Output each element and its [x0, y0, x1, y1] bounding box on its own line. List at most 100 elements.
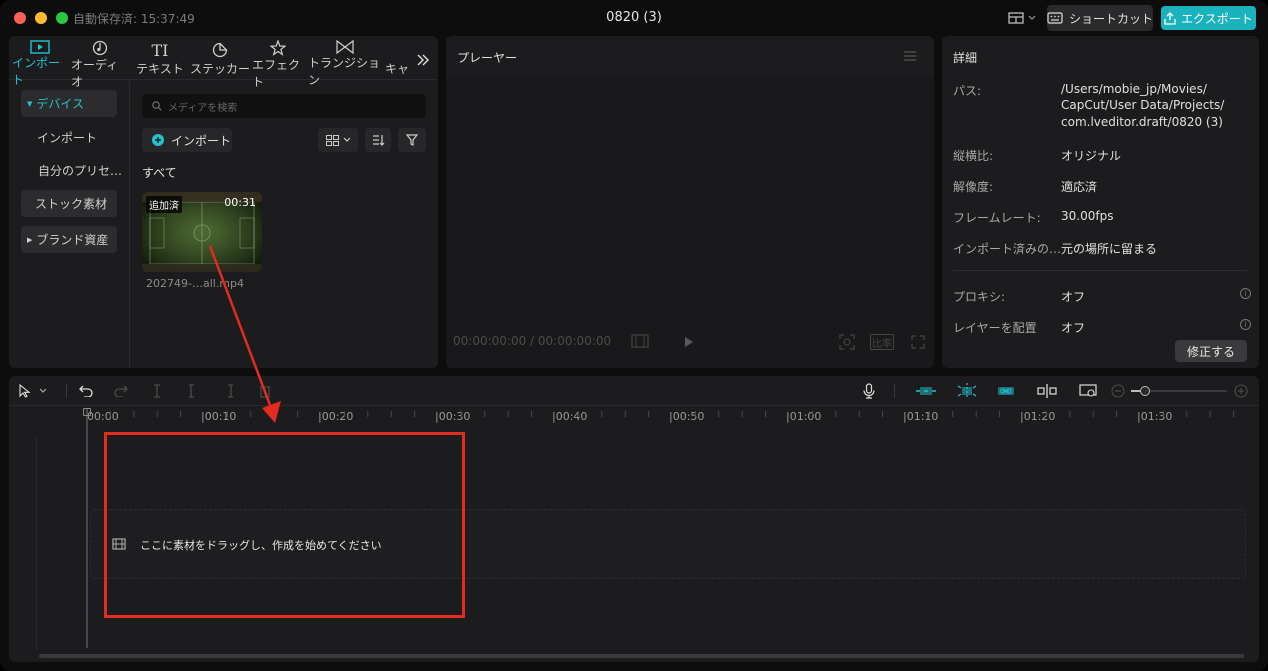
redo-button[interactable]: [111, 381, 131, 401]
filter-button[interactable]: [398, 128, 426, 152]
undo-button[interactable]: [76, 381, 96, 401]
layout-menu-button[interactable]: [1002, 6, 1042, 30]
more-tabs-button[interactable]: [413, 50, 433, 70]
microphone-icon: [863, 383, 875, 399]
main-track-magnet-button[interactable]: [914, 381, 938, 401]
view-mode-button[interactable]: [318, 128, 358, 152]
sort-icon: [372, 135, 384, 146]
added-badge: 追加済: [146, 196, 182, 213]
tab-caption[interactable]: キャ: [386, 40, 408, 78]
shortcut-button[interactable]: ショートカット: [1047, 5, 1153, 31]
export-label: エクスポート: [1181, 11, 1253, 26]
layer-value[interactable]: オフ: [1061, 319, 1085, 336]
tab-effect[interactable]: エフェクト: [252, 40, 304, 89]
delete-right-button[interactable]: [219, 381, 239, 401]
path-key: パス:: [953, 84, 982, 98]
zoom-slider[interactable]: [1131, 386, 1227, 396]
fix-button-label: 修正する: [1186, 344, 1235, 359]
sidebar-item-device[interactable]: ▼ デバイス: [21, 90, 117, 117]
text-icon: TI: [151, 40, 169, 60]
chevron-down-icon: [1028, 15, 1036, 20]
sidebar-item-my-presets[interactable]: 自分のプリセ…: [21, 157, 122, 184]
select-tool-dropdown[interactable]: [37, 381, 49, 401]
media-clip-thumbnail[interactable]: 追加済 00:31: [142, 192, 262, 272]
details-scroll-area[interactable]: パス: /Users/mobie_jp/Movies/ CapCut/User …: [942, 78, 1259, 338]
info-icon[interactable]: i: [1240, 288, 1251, 299]
timeline-horizontal-scrollbar[interactable]: [39, 654, 1244, 658]
sidebar-brand-label: ブランド資産: [36, 233, 109, 247]
preview-axis-button[interactable]: [1035, 381, 1059, 401]
trim-right-icon: [228, 384, 233, 398]
playhead[interactable]: [86, 408, 88, 648]
tab-import[interactable]: インポート: [12, 40, 68, 87]
filter-icon: [405, 134, 418, 146]
playhead-handle[interactable]: [83, 408, 91, 416]
path-value: /Users/mobie_jp/Movies/: [1061, 82, 1207, 96]
sidebar-item-brand[interactable]: ▶ ブランド資産: [21, 226, 117, 253]
aspect-ratio-label: 比率: [872, 338, 892, 350]
link-icon: [998, 387, 1014, 395]
fullscreen-button[interactable]: [911, 335, 925, 352]
tab-sticker[interactable]: ステッカー: [190, 40, 250, 78]
all-media-label: すべて: [142, 166, 177, 180]
tab-transition[interactable]: トランジション: [308, 40, 382, 87]
aspect-ratio-button[interactable]: 比率: [870, 334, 894, 350]
tab-sticker-label: ステッカー: [190, 62, 251, 76]
import-button[interactable]: インポート: [142, 128, 232, 152]
zoom-slider-handle[interactable]: [1140, 386, 1150, 396]
layout-icon: [1008, 12, 1024, 24]
framerate-value: 30.00fps: [1061, 209, 1114, 223]
select-tool-button[interactable]: [15, 381, 35, 401]
play-button[interactable]: [684, 336, 694, 351]
media-tab-bar: インポート オーディオ TI テキスト ステッカー エフェクト トランジション: [9, 36, 438, 89]
record-audio-button[interactable]: [859, 381, 879, 401]
delete-button[interactable]: [255, 381, 275, 401]
framerate-key: フレームレート:: [953, 211, 1041, 225]
redo-icon: [114, 385, 128, 397]
audio-icon: [92, 40, 108, 56]
clip-duration: 00:31: [224, 196, 256, 209]
layer-key: レイヤーを配置: [953, 321, 1037, 335]
transition-icon: [336, 40, 354, 54]
tab-transition-label: トランジション: [308, 56, 381, 87]
grid-icon: [325, 134, 339, 146]
media-search-input[interactable]: メディアを検索: [142, 94, 426, 118]
filmstrip-icon: [631, 334, 649, 348]
zoom-in-icon: [1234, 384, 1248, 398]
proxy-value[interactable]: オフ: [1061, 288, 1085, 305]
split-view-icon: [1037, 384, 1057, 398]
player-fit-button[interactable]: [839, 334, 855, 353]
timeline-preview-button[interactable]: [1076, 381, 1100, 401]
player-filmstrip-button[interactable]: [631, 334, 649, 351]
zoom-in-button[interactable]: [1231, 381, 1251, 401]
minimize-window-button[interactable]: [35, 12, 47, 24]
timeline-toolbar: [9, 376, 1259, 406]
split-button[interactable]: [147, 381, 167, 401]
player-menu-button[interactable]: [904, 50, 916, 64]
cursor-icon: [19, 384, 31, 398]
close-window-button[interactable]: [14, 12, 26, 24]
sidebar-item-import[interactable]: インポート: [21, 124, 117, 151]
player-panel: プレーヤー 00:00:00:00 / 00:00:00:00 比率: [446, 36, 934, 368]
tab-audio[interactable]: オーディオ: [71, 40, 129, 89]
sidebar-item-stock[interactable]: ストック素材: [21, 190, 117, 217]
sidebar-import-label: インポート: [37, 131, 98, 145]
tab-text[interactable]: TI テキスト: [135, 40, 185, 78]
zoom-window-button[interactable]: [56, 12, 68, 24]
timeline-ruler[interactable]: 00:00 |00:10 |00:20 |00:30 |00:40 |00:50…: [9, 407, 1259, 427]
imported-key: インポート済みの…: [953, 242, 1062, 256]
focus-icon: [839, 334, 855, 350]
zoom-out-button[interactable]: [1108, 381, 1128, 401]
sort-button[interactable]: [365, 128, 391, 152]
title-bar: 自動保存済: 15:37:49 0820 (3) ショートカット エクスポート: [0, 0, 1268, 36]
details-title: 詳細: [953, 51, 978, 65]
export-button[interactable]: エクスポート: [1161, 6, 1256, 30]
linkage-button[interactable]: [994, 381, 1018, 401]
delete-left-button[interactable]: [183, 381, 203, 401]
proxy-key: プロキシ:: [953, 290, 1006, 304]
info-icon[interactable]: i: [1240, 319, 1251, 330]
sidebar-presets-label: 自分のプリセ…: [38, 164, 123, 178]
play-icon: [685, 337, 693, 347]
auto-snap-button[interactable]: [955, 381, 979, 401]
fix-button[interactable]: 修正する: [1175, 340, 1247, 362]
